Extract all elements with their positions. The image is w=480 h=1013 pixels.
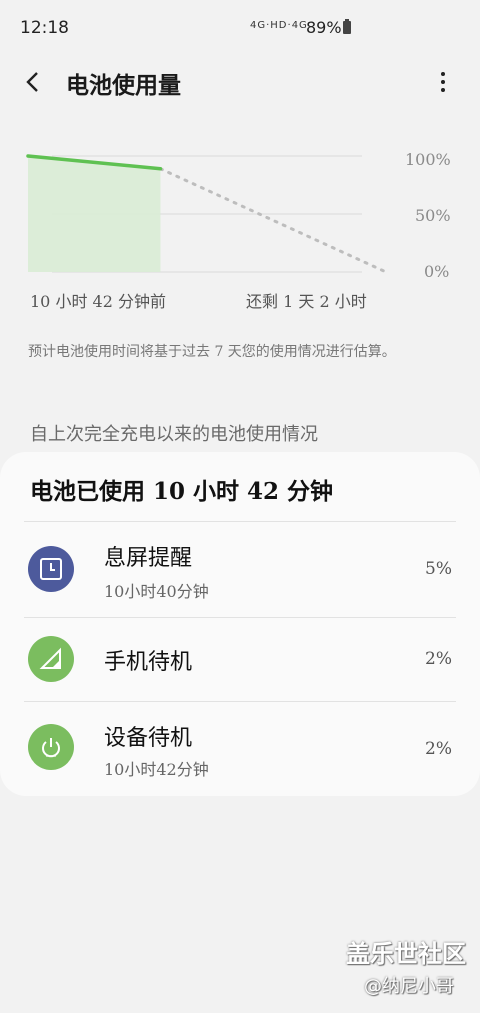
status-bar: 12:18 4G·HD·4G 89% [0,0,480,58]
projected-usage-line [158,167,388,274]
status-time: 12:18 [20,18,69,38]
back-button[interactable] [22,64,54,100]
section-title: 自上次完全充电以来的电池使用情况 [30,424,318,445]
usage-row-name: 手机待机 [104,650,193,675]
usage-summary: 电池已使用 10 小时 42 分钟 [30,478,334,505]
usage-row-device-idle[interactable]: 设备待机 10小时42分钟 2% [0,702,480,786]
clock-screen-icon [28,546,74,592]
signal-icon [28,636,74,682]
x-end-label: 还剩 1 天 2 小时 [246,292,367,311]
usage-card: 电池已使用 10 小时 42 分钟 息屏提醒 10小时40分钟 5% 手机待机 … [0,452,480,796]
app-bar: 电池使用量 [0,58,480,106]
divider [24,521,456,522]
more-vert-icon [441,72,445,76]
usage-row-name: 息屏提醒 [104,546,193,571]
actual-usage-area [28,156,161,272]
usage-row-percent: 2% [425,739,452,759]
back-arrow-icon [26,72,38,92]
estimate-note: 预计电池使用时间将基于过去 7 天您的使用情况进行估算。 [28,344,396,360]
usage-row-aod[interactable]: 息屏提醒 10小时40分钟 5% [0,526,480,610]
usage-row-duration: 10小时42分钟 [104,760,209,779]
usage-row-percent: 2% [425,649,452,669]
power-icon [28,724,74,770]
network-indicator-icon: 4G·HD·4G [250,20,308,31]
y-tick-50: 50% [415,206,451,225]
watermark-logo: 盖乐世社区 [346,940,466,968]
usage-row-phone-idle[interactable]: 手机待机 2% [0,618,480,702]
battery-chart: 100% 50% 0% 10 小时 42 分钟前 还剩 1 天 2 小时 [0,130,480,320]
battery-percent: 89% [306,18,342,37]
y-tick-100: 100% [405,150,451,169]
more-options-button[interactable] [428,66,458,98]
y-tick-0: 0% [424,262,450,281]
usage-row-percent: 5% [425,559,452,579]
watermark-author: @纳尼小哥 [364,976,454,997]
page-title: 电池使用量 [66,72,181,99]
usage-row-duration: 10小时40分钟 [104,582,209,601]
usage-row-name: 设备待机 [104,726,193,751]
x-start-label: 10 小时 42 分钟前 [30,292,166,311]
battery-icon [343,19,351,34]
